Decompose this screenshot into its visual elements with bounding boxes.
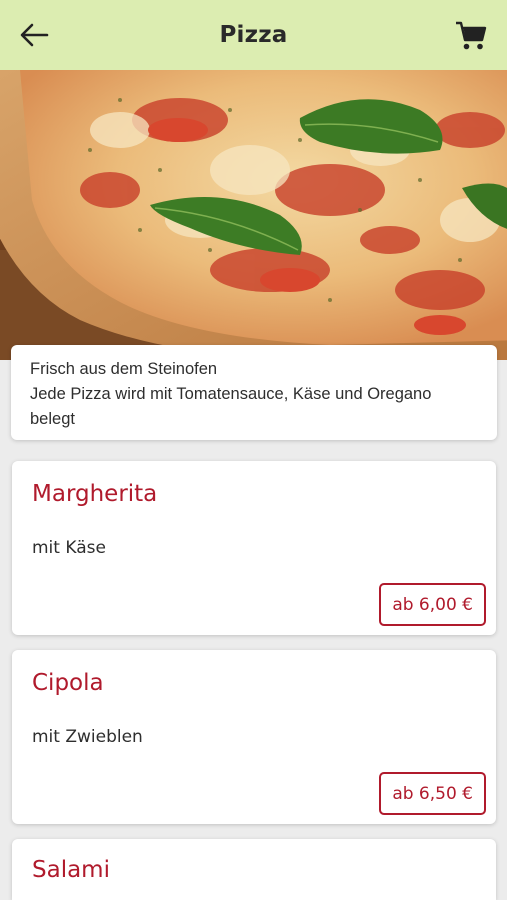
- item-description: mit Käse: [32, 538, 106, 558]
- item-name: Salami: [32, 857, 110, 883]
- menu-item-cipola[interactable]: Cipola mit Zwieblen ab 6,50 €: [12, 650, 496, 824]
- category-info-card: Frisch aus dem Steinofen Jede Pizza wird…: [11, 345, 497, 440]
- info-line-1: Frisch aus dem Steinofen: [30, 360, 218, 378]
- cart-button[interactable]: [451, 17, 491, 55]
- item-name: Cipola: [32, 670, 104, 696]
- price-button[interactable]: ab 6,00 €: [379, 583, 486, 626]
- price-button[interactable]: ab 6,50 €: [379, 772, 486, 815]
- back-button[interactable]: [14, 17, 54, 53]
- app-bar: Pizza: [0, 0, 507, 70]
- page-title: Pizza: [219, 22, 288, 48]
- menu-item-salami[interactable]: Salami: [12, 839, 496, 900]
- info-line-2: Jede Pizza wird mit Tomatensauce, Käse u…: [30, 385, 432, 403]
- info-line-3: belegt: [30, 410, 75, 428]
- item-description: mit Zwieblen: [32, 727, 143, 747]
- menu-item-margherita[interactable]: Margherita mit Käse ab 6,00 €: [12, 461, 496, 635]
- arrow-left-icon: [20, 23, 49, 47]
- shopping-cart-icon: [456, 21, 487, 50]
- item-name: Margherita: [32, 481, 158, 507]
- pizza-hero-image: [0, 70, 507, 360]
